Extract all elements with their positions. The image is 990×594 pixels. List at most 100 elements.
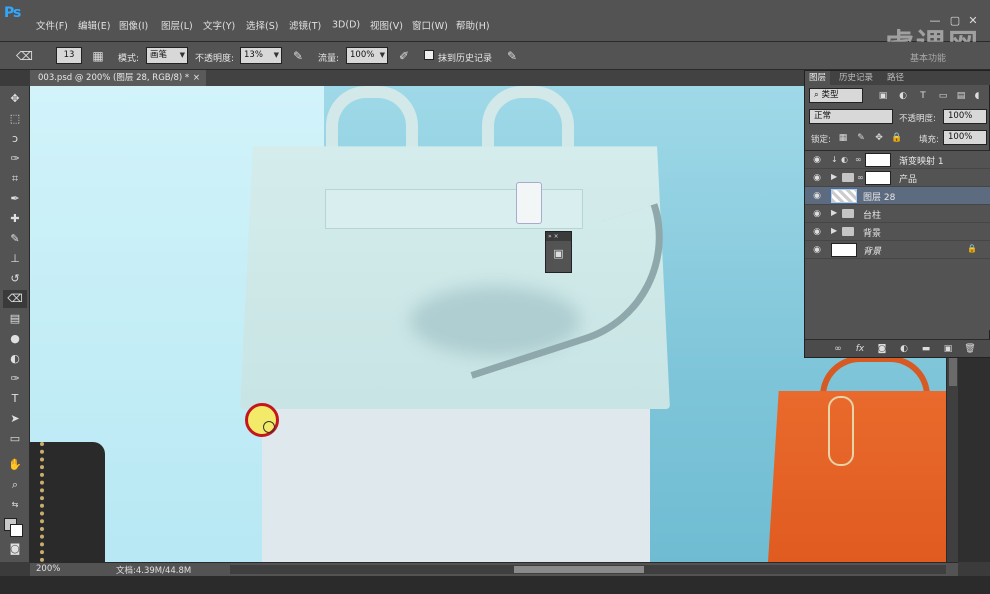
delete-icon[interactable]: 🗑 — [963, 343, 977, 355]
history-brush-tool-icon[interactable]: ↺ — [3, 270, 27, 288]
document-size[interactable]: 文档:4.39M/44.8M — [116, 564, 191, 576]
menu-edit[interactable]: 编辑(E) — [78, 18, 110, 32]
minimize-icon[interactable]: — — [928, 14, 942, 28]
flow-input[interactable]: 100% ▼ — [346, 47, 388, 64]
menu-file[interactable]: 文件(F) — [36, 18, 68, 32]
menu-window[interactable]: 窗口(W) — [412, 18, 448, 32]
healing-brush-tool-icon[interactable]: ✚ — [3, 210, 27, 228]
mode-dropdown[interactable]: 画笔 ▼ — [146, 47, 188, 64]
blend-mode-dropdown[interactable]: 正常 — [809, 109, 893, 124]
workspace-switcher[interactable]: 基本功能 — [910, 51, 946, 64]
opacity-input[interactable]: 13% ▼ — [240, 47, 282, 64]
swap-colors-icon[interactable]: ⇆ — [3, 496, 27, 514]
filter-toggle-icon[interactable]: ◖ — [971, 90, 983, 102]
brush-size-picker[interactable]: 13 — [56, 47, 82, 64]
lock-transparency-icon[interactable]: ▦ — [837, 132, 849, 144]
lock-all-icon[interactable]: 🔒 — [891, 132, 903, 144]
tab-layers[interactable]: 图层 — [805, 71, 831, 85]
close-tab-icon[interactable]: × — [193, 70, 200, 86]
expand-arrow-icon[interactable]: ▶ — [831, 172, 837, 181]
horizontal-scrollbar[interactable] — [230, 565, 946, 574]
brush-panel-icon[interactable]: ▦ — [90, 48, 106, 64]
eye-icon[interactable]: ◉ — [810, 172, 824, 184]
lock-pixels-icon[interactable]: ✎ — [855, 132, 867, 144]
layer-row-selected[interactable]: ◉ 图层 28 — [805, 187, 990, 205]
layer-mask-thumbnail[interactable] — [865, 153, 891, 167]
zoom-tool-icon[interactable]: ⌕ — [3, 476, 27, 494]
group-icon[interactable]: ▬ — [919, 343, 933, 355]
menu-select[interactable]: 选择(S) — [246, 18, 278, 32]
mask-icon[interactable]: ◙ — [875, 343, 889, 355]
expand-arrow-icon[interactable]: ▶ — [831, 208, 837, 217]
layer-thumbnail[interactable] — [831, 243, 857, 257]
layer-mask-thumbnail[interactable] — [865, 171, 891, 185]
background-color-swatch[interactable] — [10, 524, 23, 537]
layer-name[interactable]: 图层 28 — [863, 190, 895, 203]
layer-row[interactable]: ◉ ↓ ◐ ∞ 渐变映射 1 — [805, 151, 990, 169]
filter-adjustment-icon[interactable]: ◐ — [897, 90, 909, 102]
shape-tool-icon[interactable]: ▭ — [3, 430, 27, 448]
layer-name[interactable]: 背景 — [863, 226, 881, 239]
document-tab[interactable]: 003.psd @ 200% (图层 28, RGB/8) * × — [30, 70, 206, 86]
eye-icon[interactable]: ◉ — [810, 208, 824, 220]
properties-icon[interactable]: ▣ — [546, 247, 571, 260]
layer-row[interactable]: ◉ 背景 🔒 — [805, 241, 990, 259]
brush-tool-icon[interactable]: ✎ — [3, 230, 27, 248]
layer-row[interactable]: ◉ ▶ ∞ 产品 — [805, 169, 990, 187]
path-select-tool-icon[interactable]: ➤ — [3, 410, 27, 428]
vertical-scroll-thumb[interactable] — [949, 356, 957, 386]
eraser-tool-icon[interactable]: ⌫ — [16, 48, 33, 64]
menu-3d[interactable]: 3D(D) — [332, 20, 360, 31]
pen-tool-icon[interactable]: ✑ — [3, 370, 27, 388]
lock-position-icon[interactable]: ✥ — [873, 132, 885, 144]
pressure-size-icon[interactable]: ✎ — [504, 48, 520, 64]
move-tool-icon[interactable]: ✥ — [3, 90, 27, 108]
airbrush-icon[interactable]: ✐ — [396, 48, 412, 64]
menu-filter[interactable]: 滤镜(T) — [289, 18, 321, 32]
layer-name[interactable]: 渐变映射 1 — [899, 154, 944, 167]
eyedropper-tool-icon[interactable]: ✒ — [3, 190, 27, 208]
chain-link-icon[interactable]: ∞ — [855, 155, 862, 164]
eraser-tool-icon[interactable]: ⌫ — [3, 290, 27, 308]
blur-tool-icon[interactable]: ● — [3, 330, 27, 348]
pressure-opacity-icon[interactable]: ✎ — [290, 48, 306, 64]
layer-thumbnail[interactable] — [831, 189, 857, 203]
layer-name[interactable]: 台柱 — [863, 208, 881, 221]
quick-mask-icon[interactable]: ◙ — [3, 540, 27, 558]
link-icon[interactable]: ∞ — [831, 343, 845, 355]
filter-pixel-icon[interactable]: ▣ — [877, 90, 889, 102]
layer-name[interactable]: 背景 — [863, 244, 881, 257]
menu-layer[interactable]: 图层(L) — [161, 18, 193, 32]
eye-icon[interactable]: ◉ — [810, 190, 824, 202]
filter-shape-icon[interactable]: ▭ — [937, 90, 949, 102]
fill-input[interactable]: 100% — [943, 130, 987, 145]
marquee-tool-icon[interactable]: ⬚ — [3, 110, 27, 128]
menu-type[interactable]: 文字(Y) — [203, 18, 235, 32]
maximize-icon[interactable]: ▢ — [948, 14, 962, 28]
mini-panel-header[interactable]: » × — [546, 232, 571, 241]
lasso-tool-icon[interactable]: ↄ — [3, 130, 27, 148]
chain-link-icon[interactable]: ∞ — [857, 173, 864, 182]
layer-row[interactable]: ◉ ▶ 台柱 — [805, 205, 990, 223]
expand-arrow-icon[interactable]: ▶ — [831, 226, 837, 235]
adjustment-icon[interactable]: ◐ — [897, 343, 911, 355]
crop-tool-icon[interactable]: ⌗ — [3, 170, 27, 188]
layer-row[interactable]: ◉ ▶ 背景 — [805, 223, 990, 241]
horizontal-scroll-thumb[interactable] — [514, 566, 644, 573]
hand-tool-icon[interactable]: ✋ — [3, 456, 27, 474]
close-icon[interactable]: ✕ — [966, 14, 980, 28]
eye-icon[interactable]: ◉ — [810, 244, 824, 256]
fx-icon[interactable]: fx — [853, 343, 867, 355]
menu-help[interactable]: 帮助(H) — [456, 18, 490, 32]
dodge-tool-icon[interactable]: ◐ — [3, 350, 27, 368]
eye-icon[interactable]: ◉ — [810, 226, 824, 238]
eye-icon[interactable]: ◉ — [810, 154, 824, 166]
clone-stamp-tool-icon[interactable]: ⊥ — [3, 250, 27, 268]
layer-opacity-input[interactable]: 100% — [943, 109, 987, 124]
new-layer-icon[interactable]: ▣ — [941, 343, 955, 355]
zoom-level[interactable]: 200% — [36, 564, 60, 574]
tab-history[interactable]: 历史记录 — [835, 71, 877, 85]
gradient-tool-icon[interactable]: ▤ — [3, 310, 27, 328]
quick-select-tool-icon[interactable]: ✑ — [3, 150, 27, 168]
filter-type-icon[interactable]: T — [917, 90, 929, 102]
